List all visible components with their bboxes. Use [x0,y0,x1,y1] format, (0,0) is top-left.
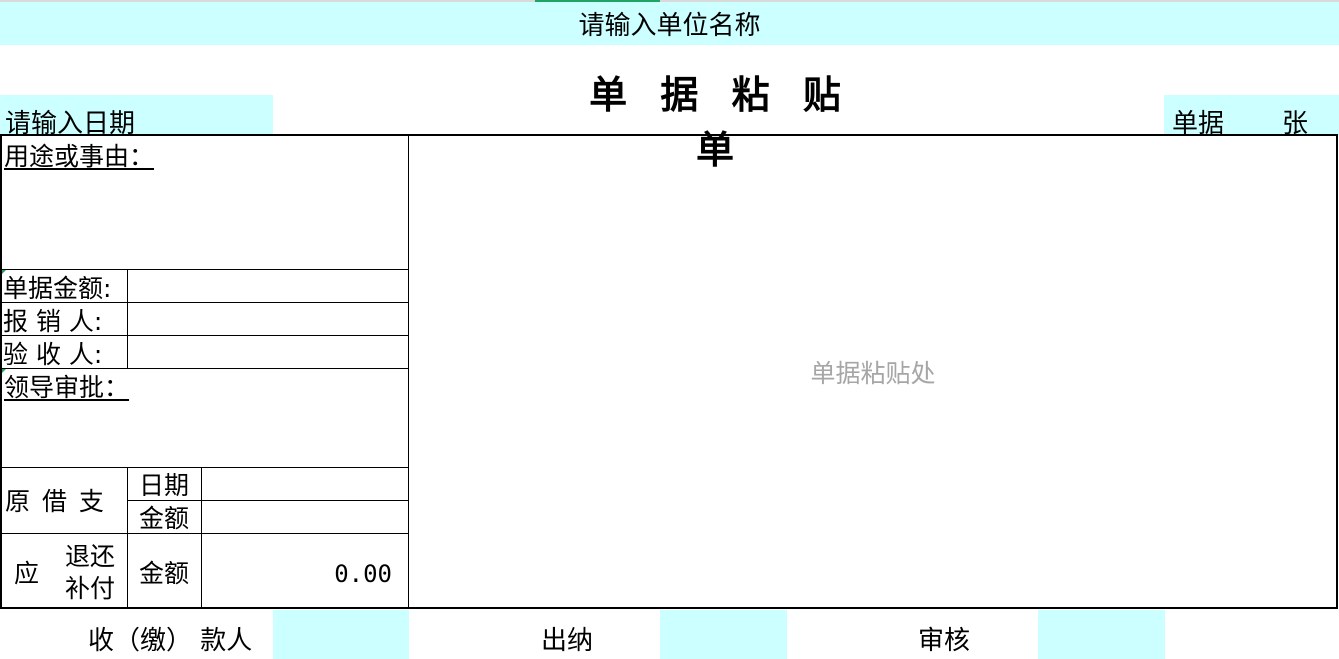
should-label: 应 [14,559,40,588]
borrow-amount-input[interactable] [202,501,408,533]
borrow-date-input[interactable] [202,468,408,500]
cashier-input[interactable] [660,610,787,659]
inspector-input[interactable] [128,336,408,368]
borrow-amount-label: 金额 [139,504,190,533]
page-title: 单 据 粘 贴 单 [589,72,851,172]
review-label: 审核 [918,626,971,656]
amount-label: 单据金额: [3,274,112,303]
review-input[interactable] [1038,610,1165,659]
approval-label: 领导审批： [4,373,130,402]
payee-label: 收（缴） 款人 [88,626,253,656]
inspector-label: 验 收 人: [3,340,103,369]
date-input-cell[interactable]: 请输入日期 [0,95,273,139]
receipt-count-cell[interactable]: 单据 张 [1164,95,1339,139]
refund-label: 退还 [65,542,116,571]
paste-area-label: 单据粘贴处 [810,358,936,388]
balance-amount-label: 金额 [139,559,190,588]
reimburser-label: 报 销 人: [3,307,103,336]
unit-name-text: 请输入单位名称 [578,11,761,41]
cashier-label: 出纳 [541,626,594,656]
reimburser-input[interactable] [128,303,408,335]
receipt-paste-area[interactable]: 单据粘贴处 [409,136,1337,607]
amount-input[interactable] [128,270,408,302]
original-borrow-label: 原 借 支 [5,487,106,516]
balance-value[interactable]: 0.00 [202,560,392,588]
purpose-label: 用途或事由： [4,142,155,171]
payee-input[interactable] [273,610,409,659]
col-line [127,467,128,607]
row-line [2,533,408,534]
borrow-date-label: 日期 [139,471,190,500]
supplement-label: 补付 [65,574,116,603]
unit-name-cell[interactable]: 请输入单位名称 [0,2,1339,45]
